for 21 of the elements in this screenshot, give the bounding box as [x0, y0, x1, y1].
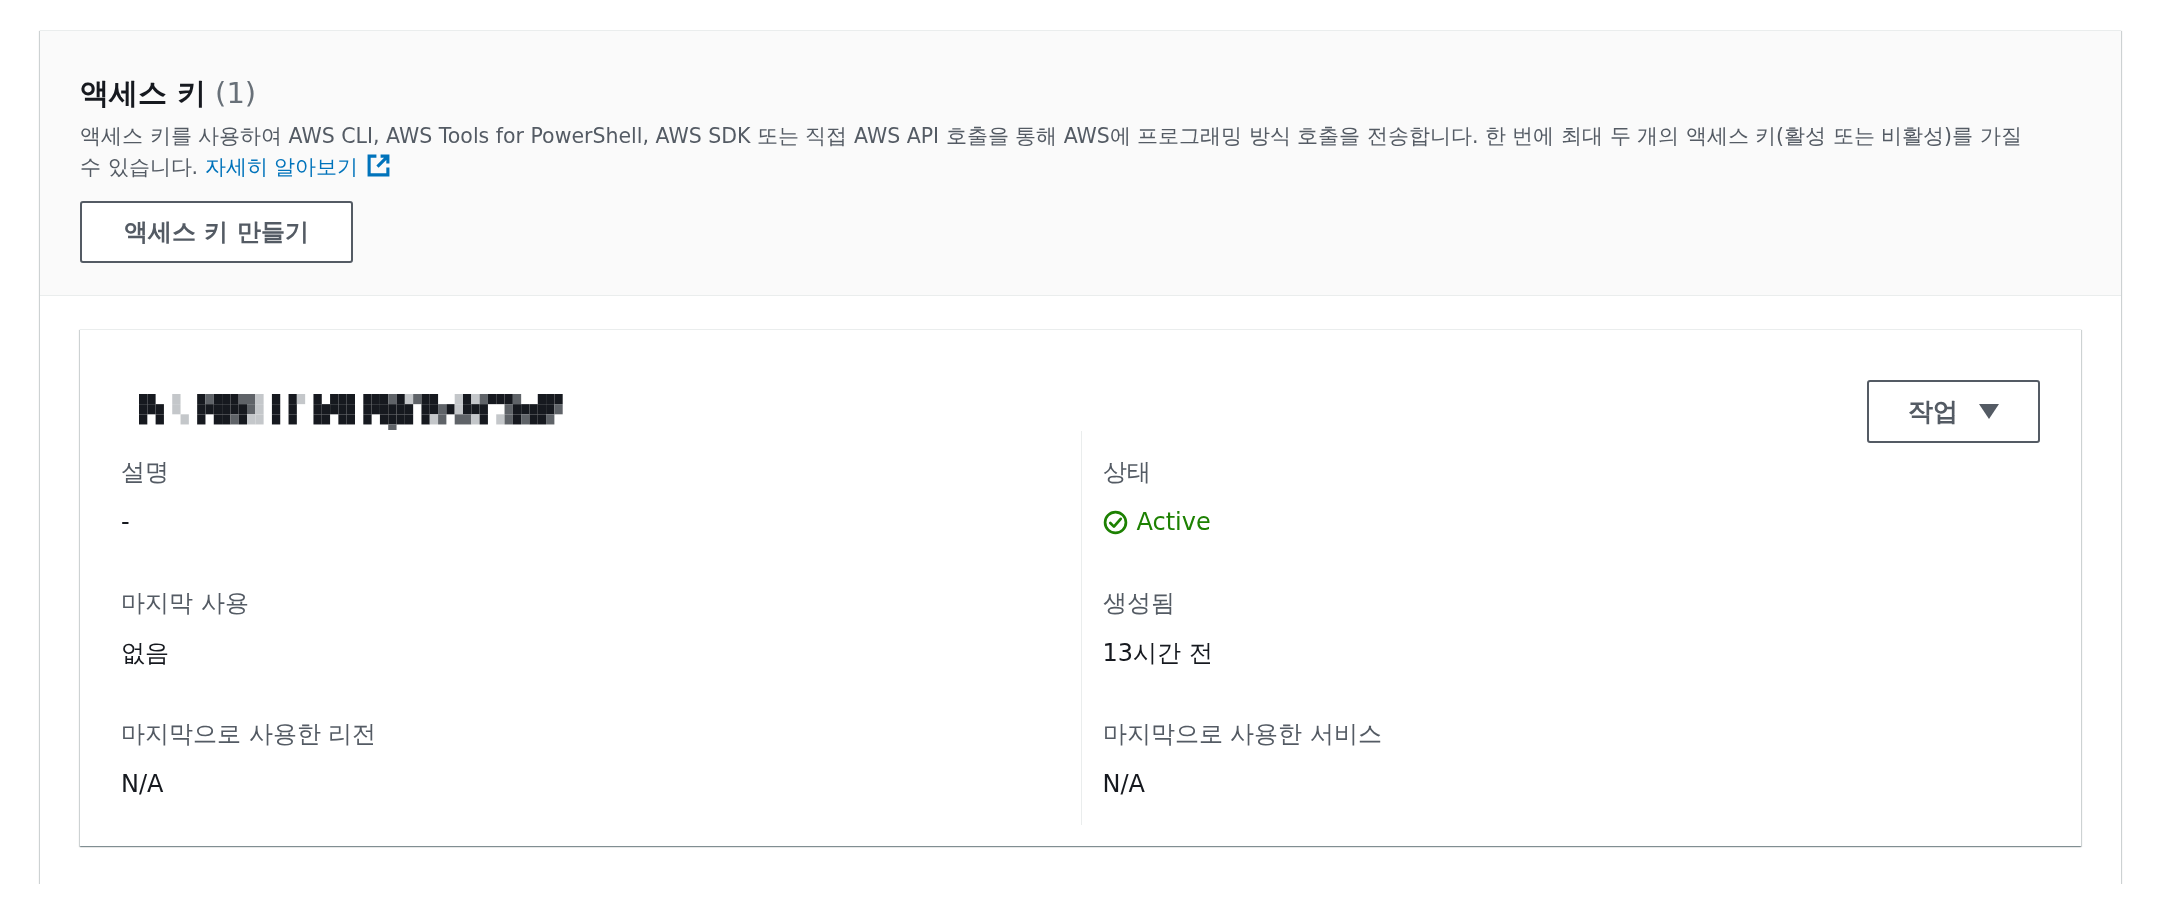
field-value: N/A: [1102, 769, 1145, 799]
check-circle-icon: [1102, 509, 1128, 535]
learn-more-link[interactable]: 자세히 알아보기: [204, 155, 392, 179]
caret-down-icon: [1979, 404, 1999, 419]
field-label: 마지막 사용: [121, 588, 249, 618]
field-label: 마지막으로 사용한 서비스: [1102, 719, 1382, 749]
status-text: Active: [1136, 507, 1211, 537]
field-label: 상태: [1102, 457, 1151, 487]
field-label: 설명: [121, 457, 169, 487]
field-value: 없음: [121, 638, 169, 668]
section-title: 액세스 키: [80, 76, 207, 110]
field-label: 마지막으로 사용한 리전: [121, 719, 377, 749]
description-text: 액세스 키를 사용하여 AWS CLI, AWS Tools for PowerShell, AWS SDK 또는 직접 AWS API 호출을 통해 AWS에 프로그래밍 방식 호출을 전송합니다. 한 번에 최대 두 개의 액세스 키(활성 또는 비활성)를 가질 수 있습니다. 자세히 알아보기: [80, 123, 2023, 181]
key-count: (1): [215, 76, 257, 110]
actions-dropdown-button[interactable]: 작업: [1867, 380, 2040, 443]
field-value: 13시간 전: [1102, 638, 1213, 668]
field-value: -: [121, 507, 130, 537]
field-label: 생성됨: [1102, 588, 1175, 618]
external-link-icon: [366, 153, 392, 178]
field-value: N/A: [121, 769, 164, 799]
create-access-key-button[interactable]: 액세스 키 만들기: [80, 201, 353, 263]
